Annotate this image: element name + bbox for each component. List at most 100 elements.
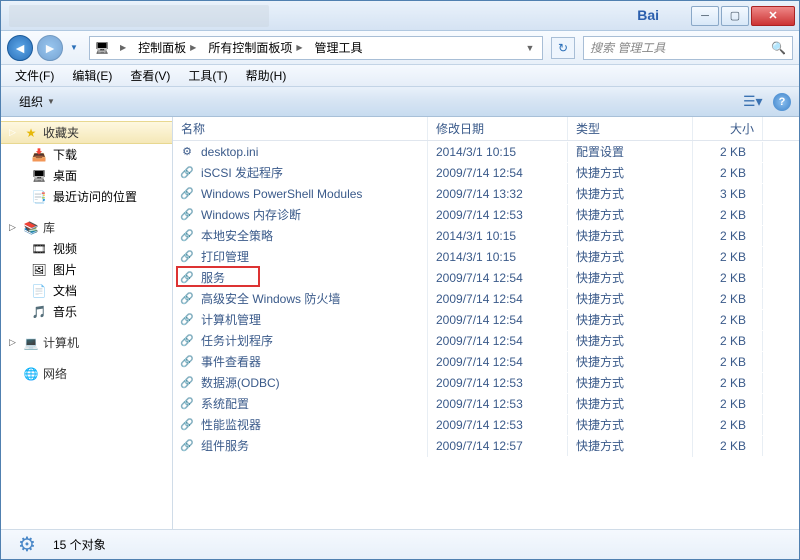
sidebar-item[interactable]: 📑最近访问的位置 — [1, 186, 172, 207]
item-icon: 🎞 — [31, 241, 47, 257]
file-row[interactable]: 🔗数据源(ODBC)2009/7/14 12:53快捷方式2 KB — [173, 372, 799, 393]
file-size: 2 KB — [693, 205, 763, 225]
star-icon: ★ — [23, 125, 39, 141]
file-name: 性能监视器 — [201, 416, 261, 433]
search-placeholder: 搜索 管理工具 — [590, 39, 665, 56]
file-icon: 🔗 — [179, 417, 195, 433]
forward-button[interactable]: ► — [37, 35, 63, 61]
sidebar-item[interactable]: 🖼图片 — [1, 259, 172, 280]
file-type: 快捷方式 — [568, 329, 693, 352]
close-button[interactable]: ✕ — [751, 6, 795, 26]
file-type: 快捷方式 — [568, 182, 693, 205]
file-name: 组件服务 — [201, 437, 249, 454]
gear-icon: ⚙ — [11, 533, 43, 557]
file-size: 2 KB — [693, 373, 763, 393]
view-options-button[interactable]: ☰▾ — [743, 94, 763, 110]
sidebar-group-favorites[interactable]: ▷ ★ 收藏夹 — [1, 121, 172, 144]
sidebar-group-network[interactable]: ▷ 🌐 网络 — [1, 363, 172, 384]
sidebar-item[interactable]: 🖥桌面 — [1, 165, 172, 186]
file-date: 2009/7/14 12:53 — [428, 373, 568, 393]
item-icon: 🎵 — [31, 304, 47, 320]
file-icon: 🔗 — [179, 249, 195, 265]
breadcrumb[interactable]: 控制面板▶ — [132, 37, 202, 59]
nav-sidebar: ▷ ★ 收藏夹 📥下载🖥桌面📑最近访问的位置 ▷ 📚 库 🎞视频🖼图片📄文档 🎵 音… — [1, 117, 173, 529]
address-bar[interactable]: 🖥 ▶ 控制面板▶ 所有控制面板项▶ 管理工具 ▼ — [89, 36, 543, 60]
file-type: 快捷方式 — [568, 203, 693, 226]
file-date: 2009/7/14 12:54 — [428, 352, 568, 372]
file-name: iSCSI 发起程序 — [201, 164, 283, 181]
file-list[interactable]: 名称 修改日期 类型 大小 ⚙desktop.ini2014/3/1 10:15… — [173, 117, 799, 529]
file-type: 快捷方式 — [568, 350, 693, 373]
file-name: 事件查看器 — [201, 353, 261, 370]
file-size: 2 KB — [693, 310, 763, 330]
file-row[interactable]: 🔗高级安全 Windows 防火墙2009/7/14 12:54快捷方式2 KB — [173, 288, 799, 309]
history-dropdown[interactable]: ▼ — [67, 39, 81, 57]
file-row[interactable]: 🔗性能监视器2009/7/14 12:53快捷方式2 KB — [173, 414, 799, 435]
sidebar-item[interactable]: 🎵 音乐 — [1, 301, 172, 322]
search-input[interactable]: 搜索 管理工具 🔍 — [583, 36, 793, 60]
file-type: 快捷方式 — [568, 371, 693, 394]
file-row[interactable]: 🔗iSCSI 发起程序2009/7/14 12:54快捷方式2 KB — [173, 162, 799, 183]
file-row[interactable]: 🔗任务计划程序2009/7/14 12:54快捷方式2 KB — [173, 330, 799, 351]
file-row[interactable]: 🔗系统配置2009/7/14 12:53快捷方式2 KB — [173, 393, 799, 414]
file-icon: 🔗 — [179, 333, 195, 349]
breadcrumb[interactable]: 管理工具 — [309, 37, 369, 59]
menu-view[interactable]: 查看(V) — [122, 65, 178, 86]
explorer-window: Bai ─ ▢ ✕ ◄ ► ▼ 🖥 ▶ 控制面板▶ 所有控制面板项▶ 管理工具 … — [0, 0, 800, 560]
column-size[interactable]: 大小 — [693, 117, 763, 140]
file-row[interactable]: 🔗Windows 内存诊断2009/7/14 12:53快捷方式2 KB — [173, 204, 799, 225]
file-row[interactable]: 🔗Windows PowerShell Modules2009/7/14 13:… — [173, 183, 799, 204]
sidebar-group-label: 计算机 — [43, 334, 79, 351]
column-type[interactable]: 类型 — [568, 117, 693, 140]
file-row[interactable]: 🔗本地安全策略2014/3/1 10:15快捷方式2 KB — [173, 225, 799, 246]
file-name: Windows PowerShell Modules — [201, 187, 362, 201]
file-name: 数据源(ODBC) — [201, 374, 280, 391]
file-name: 计算机管理 — [201, 311, 261, 328]
organize-button[interactable]: 组织▼ — [9, 90, 65, 113]
item-icon: 📥 — [31, 147, 47, 163]
menu-edit[interactable]: 编辑(E) — [64, 65, 120, 86]
file-date: 2009/7/14 12:53 — [428, 205, 568, 225]
file-type: 快捷方式 — [568, 392, 693, 415]
file-row[interactable]: 🔗服务2009/7/14 12:54快捷方式2 KB — [173, 267, 799, 288]
file-type: 快捷方式 — [568, 161, 693, 184]
file-row[interactable]: 🔗计算机管理2009/7/14 12:54快捷方式2 KB — [173, 309, 799, 330]
file-type: 快捷方式 — [568, 224, 693, 247]
item-icon: 🖥 — [31, 168, 47, 184]
breadcrumb-root[interactable]: ▶ — [110, 37, 132, 59]
column-name[interactable]: 名称 — [173, 117, 428, 140]
file-row[interactable]: 🔗事件查看器2009/7/14 12:54快捷方式2 KB — [173, 351, 799, 372]
libraries-icon: 📚 — [23, 220, 39, 236]
file-row[interactable]: 🔗打印管理2014/3/1 10:15快捷方式2 KB — [173, 246, 799, 267]
file-icon: ⚙ — [179, 144, 195, 160]
sidebar-item[interactable]: 📥下载 — [1, 144, 172, 165]
file-date: 2014/3/1 10:15 — [428, 247, 568, 267]
address-dropdown[interactable]: ▼ — [522, 43, 538, 53]
maximize-button[interactable]: ▢ — [721, 6, 749, 26]
breadcrumb[interactable]: 所有控制面板项▶ — [202, 37, 308, 59]
file-icon: 🔗 — [179, 291, 195, 307]
file-row[interactable]: 🔗组件服务2009/7/14 12:57快捷方式2 KB — [173, 435, 799, 456]
sidebar-item-label: 音乐 — [53, 303, 77, 320]
refresh-button[interactable]: ↻ — [551, 37, 575, 59]
column-date[interactable]: 修改日期 — [428, 117, 568, 140]
file-size: 2 KB — [693, 415, 763, 435]
logo-watermark: Bai — [637, 7, 659, 23]
help-button[interactable]: ? — [773, 93, 791, 111]
sidebar-item[interactable]: 📄文档 — [1, 280, 172, 301]
sidebar-group-libraries[interactable]: ▷ 📚 库 — [1, 217, 172, 238]
sidebar-group-computer[interactable]: ▷ 💻 计算机 — [1, 332, 172, 353]
sidebar-group-label: 库 — [43, 219, 55, 236]
minimize-button[interactable]: ─ — [691, 6, 719, 26]
menu-tools[interactable]: 工具(T) — [180, 65, 235, 86]
back-button[interactable]: ◄ — [7, 35, 33, 61]
file-icon: 🔗 — [179, 165, 195, 181]
file-date: 2009/7/14 12:54 — [428, 331, 568, 351]
sidebar-item[interactable]: 🎞视频 — [1, 238, 172, 259]
file-size: 2 KB — [693, 247, 763, 267]
sidebar-item-label: 图片 — [53, 261, 77, 278]
file-row[interactable]: ⚙desktop.ini2014/3/1 10:15配置设置2 KB — [173, 141, 799, 162]
menu-file[interactable]: 文件(F) — [7, 65, 62, 86]
menu-help[interactable]: 帮助(H) — [238, 65, 295, 86]
file-name: Windows 内存诊断 — [201, 206, 301, 223]
